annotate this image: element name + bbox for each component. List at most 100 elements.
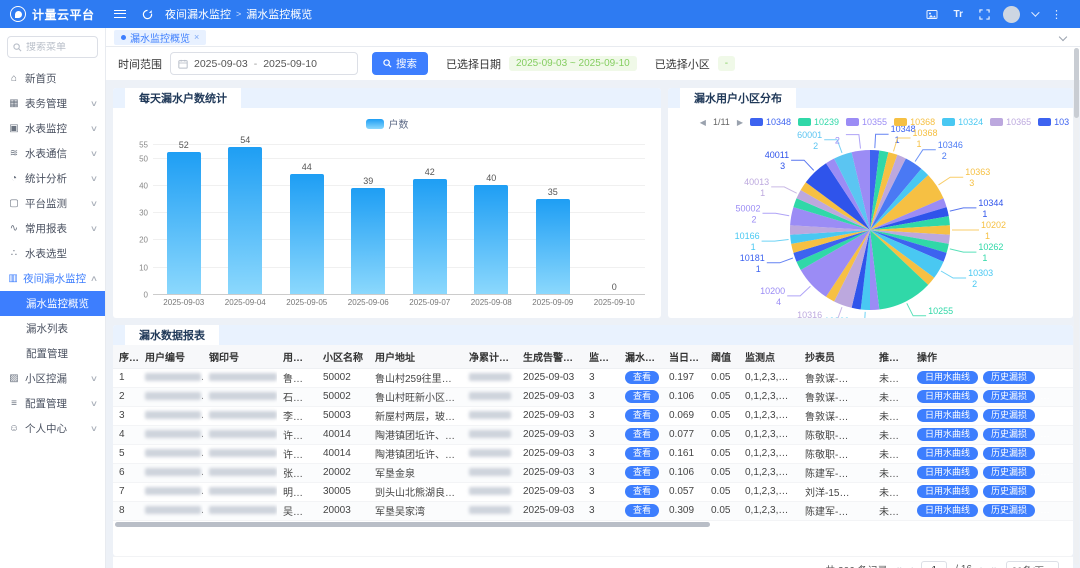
action-button-历史漏损[interactable]: 历史漏损	[983, 447, 1035, 460]
view-detail-button[interactable]: 查看	[625, 409, 659, 422]
view-detail-button[interactable]: 查看	[625, 390, 659, 403]
bar-2025-09-10[interactable]: 0 2025-09-10	[584, 144, 646, 294]
leak-data-table-panel: 漏水数据报表 序号用户编号钢印号用户名小区名称用户地址净累计流量生成告警日期监测…	[113, 325, 1073, 556]
collapse-menu-icon[interactable]	[114, 10, 126, 18]
date-start-value[interactable]: 2025-09-03	[194, 58, 248, 70]
col-header-漏水详情: 漏水详情	[619, 345, 663, 368]
action-button-日用水曲线[interactable]: 日用水曲线	[917, 447, 978, 460]
refresh-icon[interactable]	[142, 9, 153, 20]
bar-2025-09-05[interactable]: 44 2025-09-05	[276, 144, 338, 294]
legend-prev-icon[interactable]: ◀	[700, 118, 706, 127]
translate-icon[interactable]: Tr	[954, 9, 963, 20]
action-button-历史漏损[interactable]: 历史漏损	[983, 485, 1035, 498]
svg-text:10181: 10181	[740, 253, 765, 263]
action-button-日用水曲线[interactable]: 日用水曲线	[917, 504, 978, 517]
sidebar-search-input[interactable]	[26, 42, 86, 53]
legend-item-10368[interactable]: 10368	[894, 117, 935, 127]
view-detail-button[interactable]: 查看	[625, 504, 659, 517]
user-avatar[interactable]	[1003, 6, 1020, 23]
action-button-日用水曲线[interactable]: 日用水曲线	[917, 409, 978, 422]
action-button-日用水曲线[interactable]: 日用水曲线	[917, 428, 978, 441]
bar-2025-09-08[interactable]: 40 2025-09-08	[461, 144, 523, 294]
view-detail-button[interactable]: 查看	[625, 485, 659, 498]
action-button-日用水曲线[interactable]: 日用水曲线	[917, 466, 978, 479]
sidebar-item-meter-monitor[interactable]: ▣ 水表监控∨	[0, 116, 105, 141]
legend-item-10348[interactable]: 10348	[750, 117, 791, 127]
bar-legend[interactable]: 户数	[113, 116, 661, 131]
sidebar-item-meter-selection[interactable]: ∴ 水表选型	[0, 241, 105, 266]
sidebar-item-personal-center[interactable]: ☺ 个人中心∨	[0, 416, 105, 441]
bar-2025-09-09[interactable]: 35 2025-09-09	[522, 144, 584, 294]
action-button-历史漏损[interactable]: 历史漏损	[983, 371, 1035, 384]
sidebar-item-meter-affairs[interactable]: ▦ 表务管理∨	[0, 91, 105, 116]
svg-text:10303: 10303	[968, 268, 993, 278]
action-button-历史漏损[interactable]: 历史漏损	[983, 409, 1035, 422]
action-button-历史漏损[interactable]: 历史漏损	[983, 428, 1035, 441]
table-row: 2 石则利 50002 鲁山村旺新小区12，两层 2025-09-03 3 查看…	[113, 387, 1073, 406]
sidebar-item-home[interactable]: ⌂ 新首页	[0, 66, 105, 91]
prev-page-button[interactable]: ‹	[910, 564, 914, 568]
view-detail-button[interactable]: 查看	[625, 447, 659, 460]
sidebar-item-community-leak[interactable]: ▨ 小区控漏∨	[0, 366, 105, 391]
kebab-menu-icon[interactable]: ⋮	[1051, 8, 1062, 21]
search-icon	[13, 43, 22, 52]
view-detail-button[interactable]: 查看	[625, 371, 659, 384]
svg-text:6: 6	[932, 317, 937, 318]
stats-analysis-icon: ◔	[8, 173, 20, 184]
legend-item-103[interactable]: 103	[1038, 117, 1069, 127]
action-button-日用水曲线[interactable]: 日用水曲线	[917, 371, 978, 384]
bar-2025-09-04[interactable]: 54 2025-09-04	[215, 144, 277, 294]
action-button-历史漏损[interactable]: 历史漏损	[983, 504, 1035, 517]
chevron-down-icon: ∨	[90, 224, 98, 233]
legend-next-icon[interactable]: ▶	[737, 118, 743, 127]
date-end-value[interactable]: 2025-09-10	[263, 58, 317, 70]
action-button-历史漏损[interactable]: 历史漏损	[983, 390, 1035, 403]
search-button[interactable]: 搜索	[372, 52, 428, 75]
sidebar-search[interactable]	[7, 36, 98, 58]
page-size-select[interactable]: 20条/页	[1006, 561, 1059, 568]
fullscreen-icon[interactable]	[979, 9, 990, 20]
bar-2025-09-03[interactable]: 52 2025-09-03	[153, 144, 215, 294]
content-area: 漏水监控概览 × 时间范围 2025-09-03 - 2025-09-10 搜索…	[106, 28, 1080, 568]
legend-item-10365[interactable]: 10365	[990, 117, 1031, 127]
tab-leak-overview[interactable]: 漏水监控概览 ×	[114, 30, 206, 45]
sidebar-item-night-leak-monitor[interactable]: ▥ 夜间漏水监控∧	[0, 266, 105, 291]
bar-2025-09-06[interactable]: 39 2025-09-06	[338, 144, 400, 294]
action-button-日用水曲线[interactable]: 日用水曲线	[917, 485, 978, 498]
sidebar-subitem-漏水监控概览[interactable]: 漏水监控概览	[0, 291, 105, 316]
sidebar-item-config-mgmt[interactable]: ≡ 配置管理∨	[0, 391, 105, 416]
legend-item-10355[interactable]: 10355	[846, 117, 887, 127]
sidebar-subitem-漏水列表[interactable]: 漏水列表	[0, 316, 105, 341]
date-range-picker[interactable]: 2025-09-03 - 2025-09-10	[170, 52, 358, 75]
horizontal-scrollbar[interactable]	[115, 522, 710, 527]
table-scroll-area[interactable]: 序号用户编号钢印号用户名小区名称用户地址净累计流量生成告警日期监测天数漏水详情当…	[113, 345, 1073, 521]
breadcrumb-parent[interactable]: 夜间漏水监控	[165, 6, 231, 22]
vertical-scrollbar[interactable]	[1074, 48, 1079, 565]
view-detail-button[interactable]: 查看	[625, 466, 659, 479]
night-leak-monitor-icon: ▥	[8, 273, 18, 284]
view-detail-button[interactable]: 查看	[625, 428, 659, 441]
chevron-down-icon: ∨	[90, 99, 98, 108]
next-page-button[interactable]: ›	[980, 564, 984, 568]
col-header-钢印号: 钢印号	[203, 345, 277, 368]
first-page-button[interactable]: «	[896, 564, 902, 568]
action-button-历史漏损[interactable]: 历史漏损	[983, 466, 1035, 479]
page-number-input[interactable]: 1	[921, 561, 947, 568]
sidebar-item-stats-analysis[interactable]: ◔ 统计分析∨	[0, 166, 105, 191]
sidebar-item-platform-monitor[interactable]: ▢ 平台监测∨	[0, 191, 105, 216]
sidebar-item-common-reports[interactable]: ∿ 常用报表∨	[0, 216, 105, 241]
close-tab-icon[interactable]: ×	[194, 32, 199, 42]
col-header-推送状态: 推送状态∇	[873, 345, 911, 368]
tabbar-chevron-icon[interactable]	[1059, 33, 1067, 41]
sidebar-item-meter-comm[interactable]: ≋ 水表通信∨	[0, 141, 105, 166]
tab-label: 漏水监控概览	[130, 30, 190, 45]
last-page-button[interactable]: »	[992, 564, 998, 568]
action-button-日用水曲线[interactable]: 日用水曲线	[917, 390, 978, 403]
user-menu-chevron-icon[interactable]	[1031, 8, 1039, 16]
screenshot-icon[interactable]	[926, 9, 938, 20]
bar-2025-09-07[interactable]: 42 2025-09-07	[399, 144, 461, 294]
legend-item-10324[interactable]: 10324	[942, 117, 983, 127]
sidebar-subitem-配置管理[interactable]: 配置管理	[0, 341, 105, 366]
col-header-当日平...: 当日平...	[663, 345, 705, 368]
legend-item-10239[interactable]: 10239	[798, 117, 839, 127]
